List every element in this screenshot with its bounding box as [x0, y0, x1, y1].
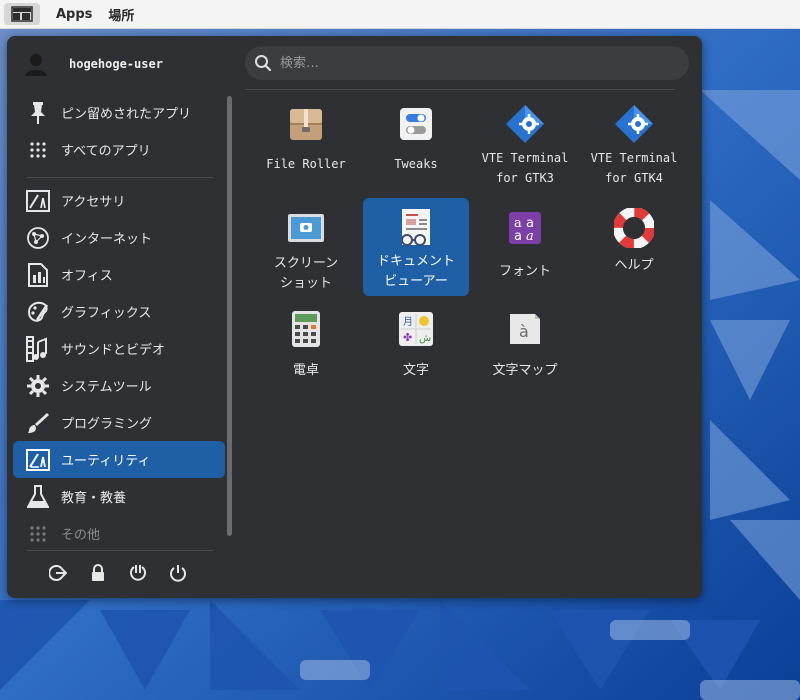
menu-logo-icon [11, 6, 33, 22]
top-bar: Apps 場所 [0, 0, 800, 29]
other-icon [25, 521, 51, 547]
calculator-icon [286, 309, 326, 349]
office-icon [25, 262, 51, 288]
vte-terminal-gtk4-icon [614, 104, 654, 144]
screenshot-icon [286, 208, 326, 248]
logout-button[interactable] [47, 562, 69, 584]
category-label: ユーティリティ [61, 454, 151, 469]
svg-text:月: 月 [403, 316, 413, 328]
sound-video-icon [25, 335, 51, 362]
power-button[interactable] [167, 562, 189, 584]
category-other[interactable]: その他 [13, 515, 225, 552]
category-label: アクセサリ [61, 195, 126, 210]
education-icon [25, 484, 51, 510]
app-label: VTE Terminal for GTK4 [590, 151, 678, 185]
logout-icon [49, 565, 67, 581]
graphics-icon [25, 299, 51, 325]
app-label: 電卓 [292, 363, 319, 378]
suspend-button[interactable] [127, 562, 149, 584]
suspend-icon [130, 565, 146, 581]
system-tools-icon [25, 373, 51, 399]
category-programming[interactable]: プログラミング [13, 404, 225, 441]
app-screenshot[interactable]: スクリーン ショット [253, 198, 359, 296]
tweaks-icon [396, 104, 436, 144]
internet-icon [25, 225, 51, 251]
document-viewer-icon [396, 208, 436, 248]
grid-icon [25, 137, 51, 163]
user-section[interactable]: hogehoge-user [23, 50, 163, 78]
app-label: ヘルプ [614, 258, 654, 273]
search-icon [254, 54, 272, 72]
search-box[interactable] [245, 46, 689, 80]
category-label: プログラミング [61, 417, 153, 432]
svg-text:✤: ✤ [403, 331, 412, 344]
help-icon [614, 208, 654, 248]
app-vte-terminal-gtk4[interactable]: VTE Terminal for GTK4 [581, 94, 687, 192]
category-pinned[interactable]: ピン留めされたアプリ [13, 94, 225, 131]
app-help[interactable]: ヘルプ [581, 198, 687, 296]
app-label: スクリーン ショット [273, 256, 339, 291]
app-label: File Roller [266, 157, 346, 171]
apps-menu[interactable]: Apps [56, 7, 92, 22]
category-scrollbar[interactable] [227, 96, 232, 536]
app-label: VTE Terminal for GTK3 [481, 151, 569, 185]
character-map-icon: à [505, 309, 545, 349]
category-sound-video[interactable]: サウンドとビデオ [13, 330, 225, 367]
lock-icon [92, 564, 104, 581]
programming-icon [25, 410, 51, 436]
svg-text:a: a [526, 229, 534, 244]
characters-icon: 月 ✤ ش [396, 309, 436, 349]
category-office[interactable]: オフィス [13, 256, 225, 293]
pin-icon [25, 100, 51, 126]
app-character-map[interactable]: à 文字マップ [472, 299, 578, 397]
svg-text:à: à [519, 322, 529, 341]
category-list: ピン留めされたアプリ すべてのアプリ アクセサリ インターネット オフィス グラ… [13, 94, 225, 552]
category-label: インターネット [61, 232, 153, 247]
svg-text:ش: ش [419, 333, 431, 344]
category-label: サウンドとビデオ [61, 343, 166, 358]
app-file-roller[interactable]: File Roller [253, 94, 359, 192]
app-characters[interactable]: 月 ✤ ش 文字 [363, 299, 469, 397]
app-label: Tweaks [394, 157, 438, 171]
app-vte-terminal-gtk3[interactable]: VTE Terminal for GTK3 [472, 94, 578, 192]
category-label: オフィス [61, 269, 113, 284]
app-label: 文字 [402, 363, 429, 378]
svg-text:a: a [514, 229, 522, 244]
category-system-tools[interactable]: システムツール [13, 367, 225, 404]
file-roller-icon [286, 104, 326, 144]
category-all-apps[interactable]: すべてのアプリ [13, 131, 225, 168]
vte-terminal-gtk3-icon [505, 104, 545, 144]
app-label: フォント [498, 264, 551, 279]
lock-button[interactable] [87, 562, 109, 584]
app-calculator[interactable]: 電卓 [253, 299, 359, 397]
app-label: 文字マップ [492, 363, 558, 378]
app-document-viewer[interactable]: ドキュメント ビューアー [363, 198, 469, 296]
utilities-icon [25, 447, 51, 473]
category-utilities[interactable]: ユーティリティ [13, 441, 225, 478]
category-label: 教育・教養 [61, 491, 127, 506]
category-education[interactable]: 教育・教養 [13, 478, 225, 515]
avatar [25, 54, 47, 76]
category-label: その他 [61, 528, 101, 543]
activities-button[interactable] [4, 3, 40, 25]
search-divider [245, 89, 675, 90]
category-internet[interactable]: インターネット [13, 219, 225, 256]
category-label: すべてのアプリ [61, 144, 151, 159]
app-label: ドキュメント ビューアー [376, 254, 455, 289]
category-label: グラフィックス [61, 306, 152, 321]
app-fonts[interactable]: a a a a フォント [472, 198, 578, 296]
user-name: hogehoge-user [69, 57, 163, 71]
accessories-icon [25, 188, 51, 214]
category-label: システムツール [61, 380, 152, 395]
power-icon [170, 565, 186, 582]
places-menu[interactable]: 場所 [108, 5, 134, 24]
category-graphics[interactable]: グラフィックス [13, 293, 225, 330]
session-buttons [47, 562, 207, 584]
app-tweaks[interactable]: Tweaks [363, 94, 469, 192]
application-menu: hogehoge-user ピン留めされたアプリ [7, 36, 702, 598]
fonts-icon: a a a a [505, 208, 545, 248]
category-label: ピン留めされたアプリ [61, 107, 192, 122]
search-input[interactable] [278, 54, 662, 72]
category-accessories[interactable]: アクセサリ [13, 182, 225, 219]
